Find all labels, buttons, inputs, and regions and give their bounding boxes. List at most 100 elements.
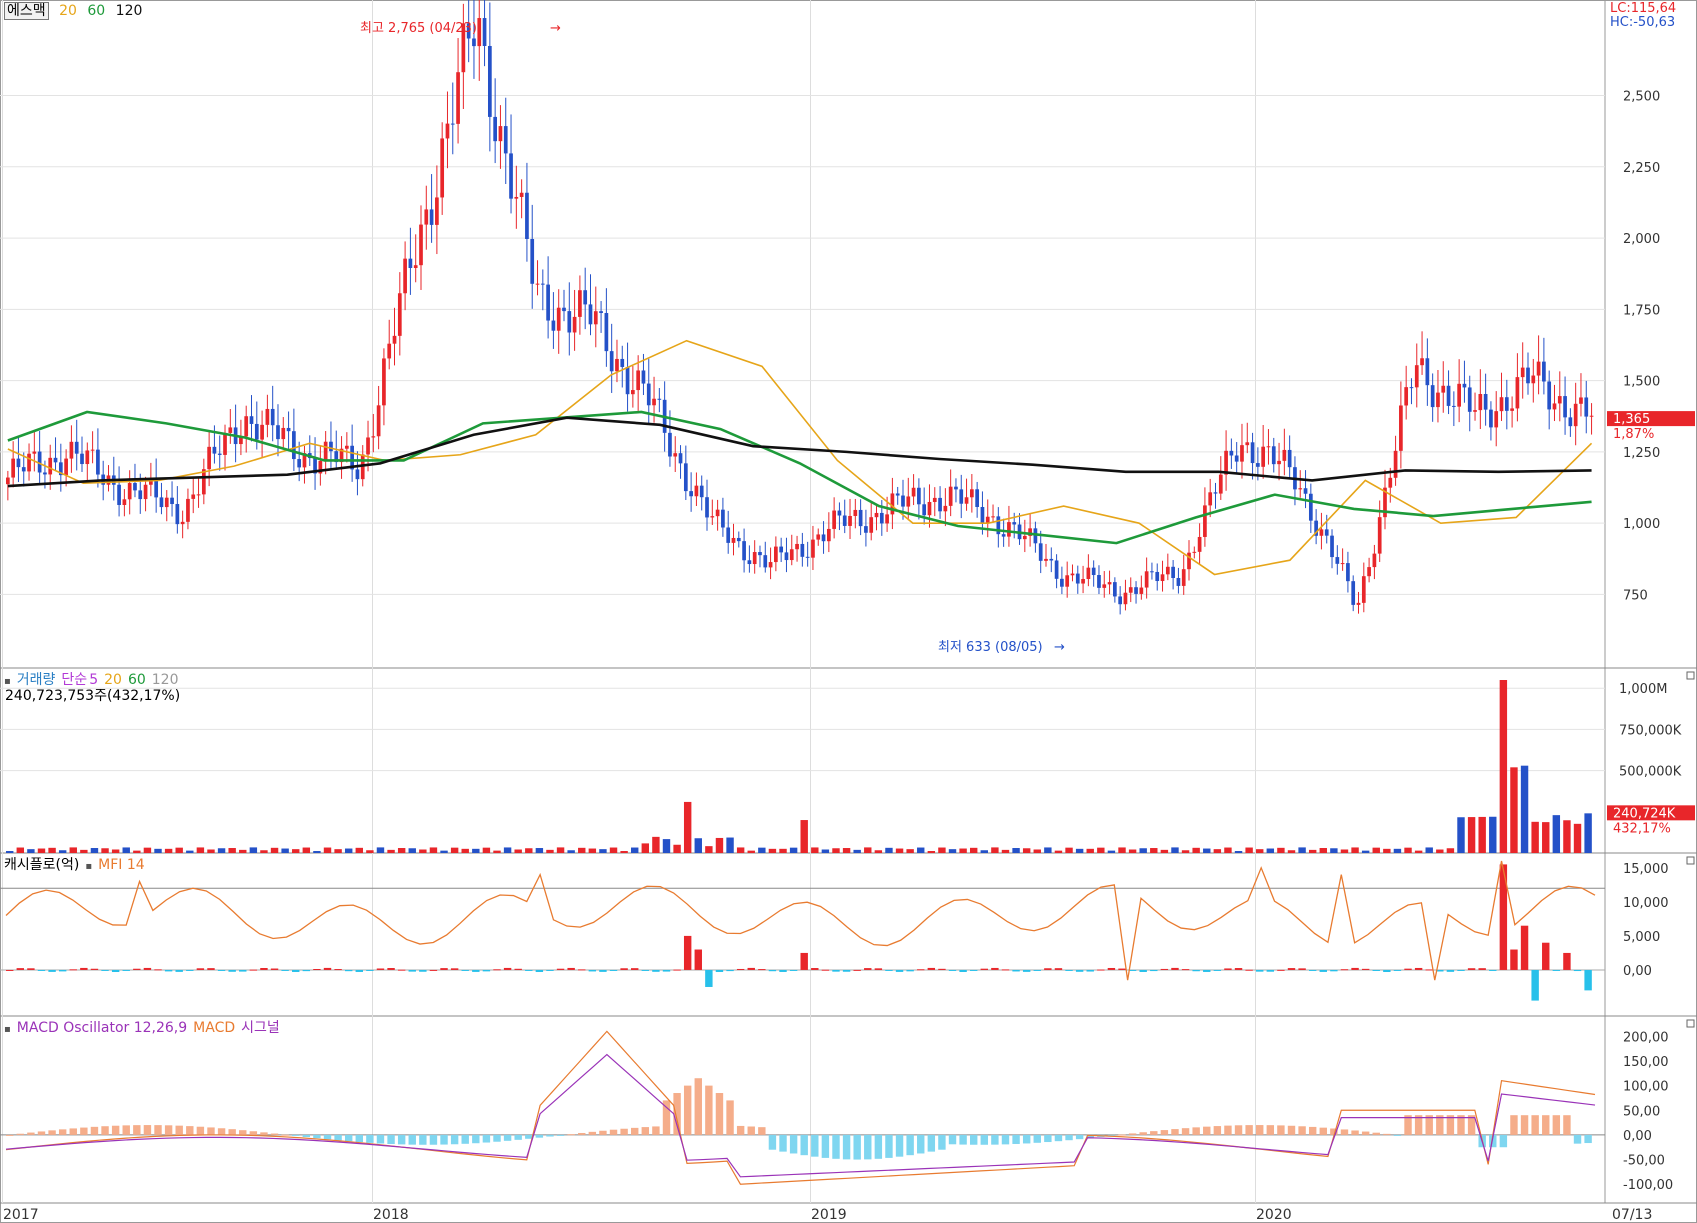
candle [186,498,190,522]
cashflow-bar [164,969,173,972]
macd-osc-bar [821,1134,830,1158]
candle [1081,578,1085,584]
macd-osc-bar [164,1125,173,1135]
volume-bar [1436,849,1444,853]
macd-osc-bar [1584,1134,1592,1144]
candle [1240,445,1244,462]
mfi-title: MFI 14 [98,857,145,873]
candle [1155,571,1160,582]
macd-osc-bar [1308,1126,1317,1135]
volume-bar [991,847,999,853]
cashflow-bar [525,969,533,971]
macd-osc-bar [1319,1127,1327,1135]
candle [170,497,174,505]
price-header: 에스맥 20 60 120 [4,2,148,20]
macd-osc-bar [302,1134,311,1138]
candle [143,484,148,500]
candle [1346,563,1350,582]
cashflow-bar [938,968,946,970]
candle [1091,567,1096,576]
price-tick-label: 1,500 [1623,375,1660,390]
volume-bar [1075,848,1084,853]
macd-osc-bar [1012,1134,1020,1144]
macd-osc-bar [715,1093,724,1135]
cashflow-bar [631,968,639,970]
volume-bar [48,847,56,853]
candle [1266,446,1271,448]
candle [1542,361,1546,382]
volume-bar [1404,847,1412,853]
macd-osc-bar [1150,1131,1158,1135]
candle [329,441,333,452]
candle [1107,582,1112,585]
candle [1097,575,1101,588]
candle [572,316,577,333]
macd-osc-bar [249,1131,258,1135]
macd-osc-bar [726,1100,734,1135]
candle [625,366,630,395]
stock-name-badge[interactable]: 에스맥 [4,2,49,20]
candle [556,307,561,331]
candle [879,512,884,524]
candle [1351,581,1356,605]
candle [1420,358,1424,366]
cashflow-bar [1181,969,1190,971]
candle [1404,387,1409,406]
macd-osc-bar [578,1132,586,1135]
volume-bar [959,848,967,853]
candle [715,509,720,517]
candle [747,560,752,565]
candle [922,504,927,516]
candle [906,496,911,507]
volume-bar [864,847,872,853]
candle [1224,450,1228,475]
volume-bar [514,849,522,853]
candle [1319,529,1324,536]
macd-osc-bar [48,1130,56,1135]
macd-osc-bar [1277,1125,1285,1135]
volume-bar [408,848,416,853]
cashflow-bar [27,968,35,970]
cashflow-bar [376,968,385,970]
macd-osc-bar [1531,1115,1539,1135]
candle [1441,385,1446,393]
candle [244,416,249,437]
volume-bar [387,849,395,853]
cashflow-bar [567,967,575,970]
candle [842,515,847,526]
volume-bar [821,849,830,853]
candle [429,209,434,225]
macd-osc-bar [917,1134,925,1154]
candle [1176,577,1181,586]
volume-bar [917,847,925,853]
candle [1388,477,1393,488]
candle [991,516,995,518]
candle [1218,474,1223,494]
macd-osc-bar [101,1126,109,1135]
cashflow-bar [366,969,374,971]
candle [567,311,572,333]
volume-bar [1499,680,1508,853]
macd-osc-bar [959,1134,967,1145]
cashflow-bar [673,969,681,971]
volume-bar [1160,849,1169,853]
cashflow-bar [546,969,554,971]
candle [48,457,53,475]
macd-header: ▪ MACD Oscillator 12,26,9 MACD 시그널 [4,1020,286,1038]
macd-osc-bar [800,1134,808,1156]
vol-ma60-label: 60 [127,672,146,688]
cashflow-bar [450,968,459,970]
volume-bar [1266,848,1275,853]
volume-ma-title: 단순 [61,672,88,688]
candle [525,192,529,239]
macd-osc-bar [652,1126,660,1135]
macd-osc-bar [1044,1134,1052,1143]
mfi-tick-label: 10,000 [1623,896,1669,911]
volume-bar [450,847,459,853]
volume-bar [239,849,247,853]
candle [975,489,979,507]
candle [117,484,121,505]
cashflow-bar [1213,969,1222,971]
macd-osc-bar [58,1129,67,1135]
candle [1165,566,1170,575]
